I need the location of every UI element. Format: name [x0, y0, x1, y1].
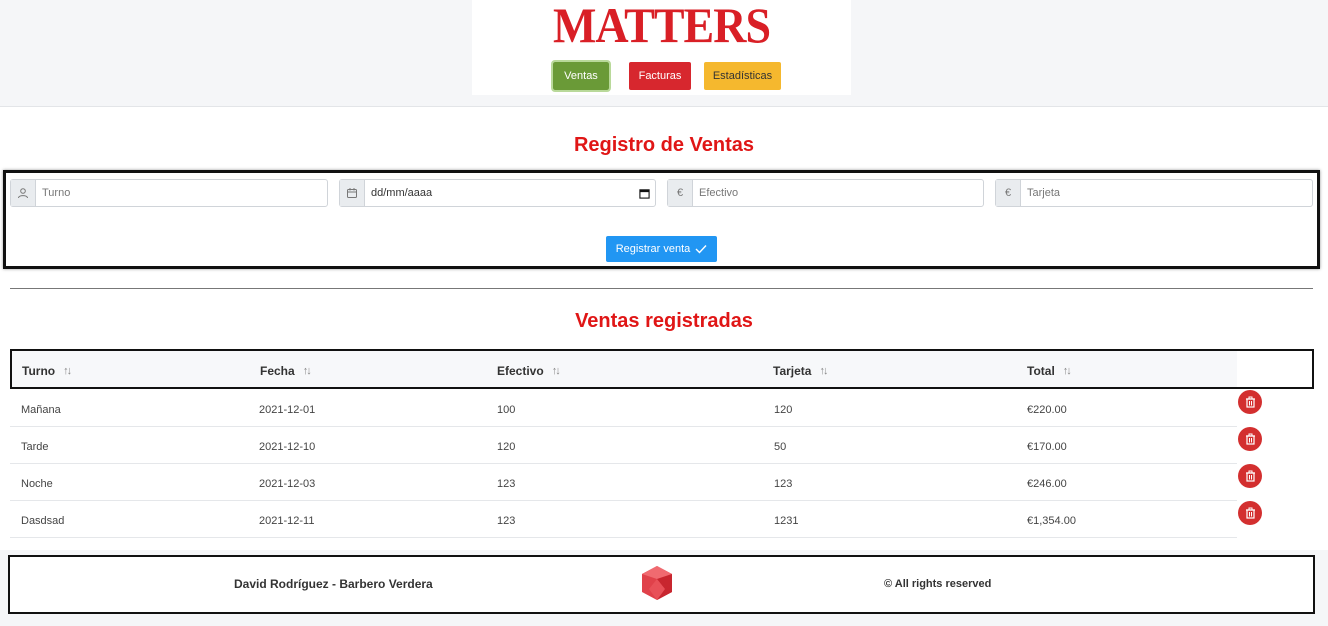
user-icon	[11, 180, 36, 206]
column-label: Fecha	[260, 364, 295, 378]
turno-field	[10, 179, 328, 207]
cell-total: €220.00	[1027, 404, 1067, 416]
date-picker-icon[interactable]	[633, 180, 655, 206]
column-header-tarjeta[interactable]: Tarjeta ↑↓	[773, 364, 828, 378]
column-header-efectivo[interactable]: Efectivo ↑↓	[497, 364, 561, 378]
registro-title: Registro de Ventas	[573, 134, 755, 156]
cell-fecha: 2021-12-03	[259, 478, 316, 490]
cell-turno: Mañana	[21, 404, 61, 416]
cell-fecha: 2021-12-11	[259, 515, 315, 527]
cell-total: €170.00	[1027, 441, 1067, 453]
column-header-fecha[interactable]: Fecha ↑↓	[260, 364, 312, 378]
ventas-registradas-title: Ventas registradas	[575, 310, 753, 332]
cell-total: €1,354.00	[1027, 515, 1076, 527]
efectivo-field: €	[667, 179, 984, 207]
registrar-label: Registrar venta	[615, 243, 691, 255]
delete-row-button[interactable]	[1238, 427, 1262, 451]
table-row: Mañana 2021-12-01 100 120 €220.00	[10, 390, 1237, 427]
fecha-field: dd/mm/aaaa	[339, 179, 656, 207]
column-label: Total	[1027, 364, 1055, 378]
cell-total: €246.00	[1027, 478, 1067, 490]
trash-icon	[1245, 470, 1255, 482]
table-header: Turno ↑↓ Fecha ↑↓ Efectivo ↑↓ Tarjeta ↑↓ Tot…	[10, 349, 1314, 389]
sort-icon[interactable]: ↑↓	[63, 365, 72, 377]
column-label: Tarjeta	[773, 364, 812, 378]
cell-turno: Noche	[21, 478, 53, 490]
cell-efectivo: 100	[497, 404, 516, 416]
turno-input[interactable]	[36, 180, 327, 206]
tarjeta-field: €	[995, 179, 1313, 207]
cell-efectivo: 123	[497, 478, 516, 490]
footer-author: David Rodríguez - Barbero Verdera	[234, 577, 433, 591]
trash-icon	[1245, 433, 1255, 445]
efectivo-input[interactable]	[693, 180, 983, 206]
nav-ventas-button[interactable]: Ventas	[551, 60, 611, 92]
cell-tarjeta: 1231	[774, 515, 799, 527]
sort-icon[interactable]: ↑↓	[1063, 365, 1072, 377]
cell-tarjeta: 120	[774, 404, 793, 416]
table-row: Noche 2021-12-03 123 123 €246.00	[10, 464, 1237, 501]
cell-turno: Dasdsad	[21, 515, 65, 527]
column-header-turno[interactable]: Turno ↑↓	[22, 364, 72, 378]
column-header-total[interactable]: Total ↑↓	[1027, 364, 1072, 378]
table-row: Dasdsad 2021-12-11 123 1231 €1,354.00	[10, 501, 1237, 538]
fecha-input[interactable]: dd/mm/aaaa	[365, 180, 633, 206]
sort-icon[interactable]: ↑↓	[303, 365, 312, 377]
trash-icon	[1245, 396, 1255, 408]
table-row: Tarde 2021-12-10 120 50 €170.00	[10, 427, 1237, 464]
cell-fecha: 2021-12-10	[259, 441, 316, 453]
delete-row-button[interactable]	[1238, 501, 1262, 525]
section-divider	[10, 288, 1313, 289]
footer-rights: © All rights reserved	[884, 578, 992, 590]
matters-logo: MATTERS	[552, 0, 771, 53]
footer-logo-icon	[642, 566, 672, 600]
calendar-icon	[340, 180, 365, 206]
column-label: Efectivo	[497, 364, 544, 378]
tarjeta-input[interactable]	[1021, 180, 1312, 206]
cell-tarjeta: 123	[774, 478, 793, 490]
cell-turno: Tarde	[21, 441, 49, 453]
cell-efectivo: 123	[497, 515, 516, 527]
sort-icon[interactable]: ↑↓	[819, 365, 828, 377]
cell-tarjeta: 50	[774, 441, 787, 453]
euro-icon: €	[996, 180, 1021, 206]
delete-row-button[interactable]	[1238, 390, 1262, 414]
column-label: Turno	[22, 364, 56, 378]
delete-row-button[interactable]	[1238, 464, 1262, 488]
euro-icon: €	[668, 180, 693, 206]
registrar-venta-button[interactable]: Registrar venta	[606, 236, 717, 262]
nav-estadisticas-button[interactable]: Estadísticas	[704, 62, 781, 90]
sort-icon[interactable]: ↑↓	[552, 365, 561, 377]
cell-efectivo: 120	[497, 441, 516, 453]
check-icon	[695, 245, 707, 254]
top-header: MATTERS	[0, 0, 1328, 107]
cell-fecha: 2021-12-01	[259, 404, 316, 416]
trash-icon	[1245, 507, 1255, 519]
nav-facturas-button[interactable]: Facturas	[629, 62, 691, 90]
